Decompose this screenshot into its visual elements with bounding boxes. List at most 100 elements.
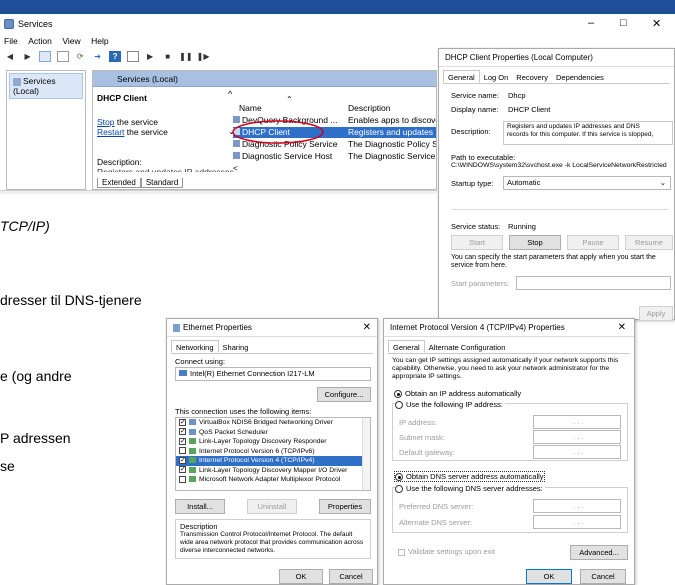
tab-log-on[interactable]: Log On (480, 71, 513, 84)
checkbox-icon[interactable]: ✓ (179, 418, 186, 426)
default-gateway-input[interactable]: . . . (533, 445, 621, 459)
services-panel: Services (Local) DHCP Client Stop the se… (92, 70, 437, 190)
list-item[interactable]: Internet Protocol Version 6 (TCP/IPv6) (176, 447, 362, 457)
tab-general[interactable]: General (443, 70, 480, 83)
stop-button[interactable]: Stop (509, 235, 561, 250)
start-params-label: Start parameters: (451, 279, 509, 288)
close-icon[interactable]: ✕ (363, 319, 371, 337)
preferred-dns-input[interactable]: . . . (533, 499, 621, 513)
refresh-icon[interactable]: ⟳ (74, 51, 86, 62)
list-scrollbar[interactable] (362, 418, 370, 490)
ethernet-title-text: Ethernet Properties (183, 323, 252, 332)
ok-button[interactable]: OK (279, 569, 323, 584)
menu-help[interactable]: Help (91, 36, 108, 46)
forward-arrow-icon[interactable]: ▶ (22, 51, 34, 62)
tab-extended[interactable]: Extended (97, 178, 141, 188)
ip-address-input[interactable]: . . . (533, 415, 621, 429)
use-ip-radio[interactable]: Use the following IP address: (395, 400, 505, 410)
configure-button[interactable]: Configure... (317, 387, 371, 402)
list-item[interactable]: ✓ Link-Layer Topology Discovery Responder (176, 437, 362, 447)
list-item[interactable]: ✓ Link-Layer Topology Discovery Mapper I/… (176, 466, 362, 476)
obtain-dns-radio[interactable]: Obtain DNS server address automatically (394, 471, 545, 483)
apply-button[interactable]: Apply (639, 306, 673, 321)
startup-type-select[interactable]: Automatic ⌄ (503, 176, 671, 190)
list-item[interactable]: ✓ Internet Protocol Version 4 (TCP/IPv4) (176, 456, 362, 466)
play-icon[interactable]: ▶ (144, 51, 156, 62)
menu-bar: File Action View Help (4, 36, 117, 49)
properties-button[interactable]: Properties (319, 499, 371, 514)
column-header-description[interactable]: Description (348, 103, 391, 113)
cancel-button[interactable]: Cancel (580, 569, 626, 584)
header-bar (0, 0, 675, 14)
checkbox-icon[interactable]: ✓ (179, 466, 186, 474)
obtain-ip-radio[interactable]: Obtain an IP address automatically (394, 389, 522, 399)
tab-networking[interactable]: Networking (171, 340, 219, 353)
console-tree-icon[interactable] (39, 51, 52, 63)
obtain-ip-label: Obtain an IP address automatically (405, 389, 522, 398)
doc-text: TCP/IP) (0, 218, 50, 234)
back-arrow-icon[interactable]: ◀ (4, 51, 16, 62)
maximize-button[interactable]: □ (620, 17, 627, 29)
properties-icon[interactable] (56, 51, 69, 63)
ip-address-label: IP address: (399, 418, 437, 427)
checkbox-icon[interactable]: ✓ (179, 428, 186, 436)
uninstall-button[interactable]: Uninstall (247, 499, 297, 514)
advanced-button[interactable]: Advanced... (570, 545, 628, 560)
validate-checkbox[interactable]: Validate settings upon exit (398, 547, 495, 556)
export-icon[interactable]: ➜ (92, 51, 104, 62)
install-button[interactable]: Install... (175, 499, 225, 514)
checkbox-icon[interactable] (179, 447, 186, 455)
tab-sharing[interactable]: Sharing (219, 341, 253, 354)
services-title: Services (18, 19, 53, 29)
menu-action[interactable]: Action (28, 36, 52, 46)
use-dns-radio[interactable]: Use the following DNS server addresses: (395, 484, 545, 494)
stop-service-line: Stop the service (97, 117, 158, 127)
list-item[interactable]: ✓ QoS Packet Scheduler (176, 428, 362, 438)
startup-type-value: Automatic (507, 178, 541, 187)
pause-icon[interactable]: ❚❚ (179, 51, 192, 62)
alternate-dns-input[interactable]: . . . (533, 515, 621, 529)
checkbox-icon[interactable]: ✓ (179, 437, 186, 445)
show-hide-icon[interactable] (126, 51, 139, 63)
start-button[interactable]: Start (451, 235, 503, 250)
list-item[interactable]: Microsoft Network Adapter Multiplexor Pr… (176, 475, 362, 485)
tab-standard[interactable]: Standard (140, 178, 184, 188)
items-list: ✓ VirtualBox NDIS6 Bridged Networking Dri… (175, 417, 371, 491)
help-icon[interactable]: ? (109, 51, 122, 63)
start-params-input[interactable] (516, 276, 671, 290)
tab-recovery[interactable]: Recovery (512, 71, 552, 84)
cancel-button[interactable]: Cancel (329, 569, 373, 584)
doc-text: se (0, 458, 15, 474)
table-row[interactable]: Diagnostic Service Host The Diagnostic S… (233, 151, 436, 162)
scroll-up-arrow-icon[interactable]: ^ (228, 89, 232, 99)
checkbox-icon[interactable]: ✓ (179, 456, 186, 464)
tab-general[interactable]: General (388, 340, 425, 353)
menu-view[interactable]: View (62, 36, 80, 46)
restart-service-link[interactable]: Restart (97, 127, 124, 137)
restart-icon[interactable]: ❚▶ (197, 51, 210, 62)
tab-alternate-configuration[interactable]: Alternate Configuration (425, 341, 510, 354)
ok-button[interactable]: OK (526, 569, 572, 584)
pause-button[interactable]: Pause (567, 235, 619, 250)
checkbox-icon[interactable] (179, 475, 186, 483)
chevron-down-icon: ⌄ (659, 178, 666, 187)
adapter-icon (179, 370, 187, 376)
menu-file[interactable]: File (4, 36, 18, 46)
close-button[interactable]: ✕ (652, 17, 661, 30)
list-item[interactable]: ✓ VirtualBox NDIS6 Bridged Networking Dri… (176, 418, 362, 428)
tab-dependencies[interactable]: Dependencies (552, 71, 608, 84)
stop-icon[interactable]: ■ (162, 51, 174, 62)
close-icon[interactable]: ✕ (618, 319, 626, 337)
tree-item-services-local[interactable]: Services (Local) (9, 73, 83, 99)
restart-service-line: Restart the service (97, 127, 168, 137)
row-desc: Enables apps to discover (348, 115, 437, 125)
dhcp-tabs: General Log On Recovery Dependencies (443, 70, 670, 84)
dhcp-properties-dialog: DHCP Client Properties (Local Computer) … (438, 48, 675, 321)
resume-button[interactable]: Resume (625, 235, 673, 250)
minimize-button[interactable]: – (588, 17, 594, 29)
subnet-mask-input[interactable]: . . . (533, 430, 621, 444)
column-header-name[interactable]: Name (239, 103, 262, 113)
stop-service-link[interactable]: Stop (97, 117, 115, 127)
hscroll-left-icon[interactable]: < (233, 164, 238, 173)
radio-icon (395, 401, 403, 410)
